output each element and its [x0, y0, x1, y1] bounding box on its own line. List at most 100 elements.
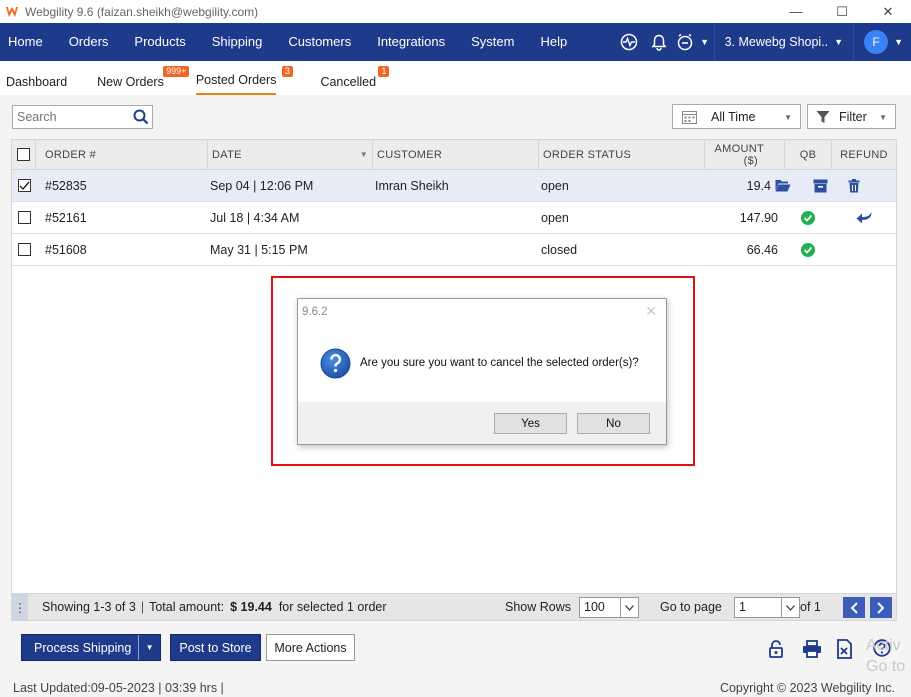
time-range-value: All Time: [711, 109, 756, 124]
prev-page-button[interactable]: [843, 597, 865, 618]
row-checkbox[interactable]: [18, 243, 31, 256]
tab-cancelled[interactable]: Cancelled 1: [320, 61, 390, 95]
show-rows-select[interactable]: 100: [579, 597, 639, 618]
yes-button[interactable]: Yes: [494, 413, 567, 434]
nav-customers[interactable]: Customers: [275, 23, 364, 61]
select-all-cell: [12, 140, 36, 169]
time-range-select[interactable]: All Time ▼: [672, 104, 801, 129]
timer-icon[interactable]: [674, 23, 696, 61]
qb-posted-check-icon: [799, 234, 817, 265]
minimize-button[interactable]: —: [773, 0, 819, 23]
process-shipping-button[interactable]: Process Shipping ▼: [21, 634, 161, 661]
new-orders-badge: 999+: [163, 66, 190, 77]
nav-products[interactable]: Products: [121, 23, 198, 61]
chevron-down-icon: ▼: [784, 113, 792, 122]
store-selector[interactable]: 3. Mewebg Shopi.. ▼: [713, 23, 855, 61]
qb-posted-check-icon: [799, 202, 817, 233]
maximize-button[interactable]: ☐: [819, 0, 865, 23]
order-date: May 31 | 5:15 PM: [210, 242, 308, 257]
header-amount-unit: ($): [743, 154, 758, 167]
more-actions-button[interactable]: More Actions: [266, 634, 355, 661]
avatar[interactable]: F: [864, 30, 889, 54]
archive-icon[interactable]: [811, 170, 829, 201]
search-input[interactable]: [13, 110, 128, 124]
table-row[interactable]: #52161 Jul 18 | 4:34 AM open 147.90: [12, 202, 896, 234]
nav-integrations[interactable]: Integrations: [364, 23, 458, 61]
activation-watermark: Activ Go to: [866, 635, 905, 677]
nav-help[interactable]: Help: [527, 23, 580, 61]
tab-label: Cancelled: [320, 75, 377, 89]
process-shipping-label: Process Shipping: [34, 640, 132, 655]
watermark-line-2: Go to: [866, 658, 906, 675]
filter-button[interactable]: Filter ▼: [807, 104, 896, 129]
tab-posted-orders[interactable]: Posted Orders 3: [195, 61, 293, 95]
orders-subtabs: Dashboard New Orders 999+ Posted Orders …: [0, 61, 911, 95]
row-checkbox-cell: [18, 202, 36, 233]
search-box: [12, 105, 153, 129]
header-order-status[interactable]: ORDER STATUS: [539, 140, 705, 169]
trash-icon[interactable]: [845, 170, 863, 201]
no-button[interactable]: No: [577, 413, 650, 434]
order-number[interactable]: #52835: [45, 170, 87, 201]
refund-arrow-icon[interactable]: [855, 202, 875, 233]
nav-shipping[interactable]: Shipping: [199, 23, 276, 61]
table-row[interactable]: #52835 Sep 04 | 12:06 PM Imran Sheikh op…: [12, 170, 896, 202]
nav-orders[interactable]: Orders: [56, 23, 122, 61]
folder-open-icon[interactable]: [774, 170, 792, 201]
header-date[interactable]: DATE ▼: [208, 140, 373, 169]
unlock-icon[interactable]: [768, 640, 784, 658]
header-qb: QB: [785, 140, 832, 169]
dialog-close-button[interactable]: ✕: [645, 303, 657, 320]
order-amount: 66.46: [746, 242, 778, 257]
webgility-logo-icon: [6, 6, 18, 17]
activity-icon[interactable]: [614, 23, 644, 61]
nav-home[interactable]: Home: [0, 23, 56, 61]
order-status: open: [541, 178, 569, 193]
table-header: ORDER # DATE ▼ CUSTOMER ORDER STATUS AMO…: [12, 140, 896, 170]
search-icon[interactable]: [133, 109, 149, 125]
sort-desc-icon[interactable]: ▼: [360, 150, 368, 159]
header-amount[interactable]: AMOUNT ($): [705, 140, 785, 169]
header-refund: REFUND: [840, 148, 888, 161]
row-checkbox[interactable]: [18, 211, 31, 224]
calendar-icon: [682, 110, 697, 124]
nav-system[interactable]: System: [458, 23, 527, 61]
posted-orders-badge: 3: [281, 66, 293, 77]
order-status: closed: [541, 242, 578, 257]
total-amount-label: Total amount:: [149, 600, 225, 614]
dialog-message: Are you sure you want to cancel the sele…: [360, 357, 639, 369]
next-page-button[interactable]: [870, 597, 892, 618]
drag-handle-icon[interactable]: ⋮: [12, 593, 28, 621]
goto-page-value: 1: [739, 600, 746, 614]
showing-count: Showing 1-3 of 3: [42, 600, 136, 614]
order-number[interactable]: #52161: [45, 202, 87, 233]
timer-caret-icon[interactable]: ▼: [696, 23, 714, 61]
cancelled-badge: 1: [378, 66, 390, 77]
export-excel-icon[interactable]: [836, 639, 854, 659]
tab-label: New Orders: [97, 75, 164, 89]
print-icon[interactable]: [802, 640, 822, 658]
close-window-button[interactable]: ✕: [865, 0, 911, 23]
title-bar: Webgility 9.6 (faizan.sheikh@webgility.c…: [0, 0, 911, 23]
post-to-store-button[interactable]: Post to Store: [170, 634, 261, 661]
row-checkbox-cell: [18, 234, 36, 265]
order-date: Sep 04 | 12:06 PM: [210, 178, 314, 193]
header-customer[interactable]: CUSTOMER: [373, 140, 539, 169]
dialog-footer: Yes No: [298, 402, 666, 444]
header-order[interactable]: ORDER #: [36, 140, 208, 169]
order-customer: Imran Sheikh: [375, 178, 449, 193]
bell-icon[interactable]: [644, 23, 674, 61]
order-status: open: [541, 210, 569, 225]
order-number[interactable]: #51608: [45, 234, 87, 265]
tab-dashboard[interactable]: Dashboard: [6, 61, 67, 95]
process-shipping-dropdown[interactable]: ▼: [138, 635, 160, 660]
avatar-caret-icon[interactable]: ▼: [894, 37, 903, 47]
goto-page-select[interactable]: 1: [734, 597, 800, 618]
table-row[interactable]: #51608 May 31 | 5:15 PM closed 66.46: [12, 234, 896, 266]
watermark-line-1: Activ: [866, 637, 901, 654]
chevron-down-icon: [781, 598, 799, 617]
tab-new-orders[interactable]: New Orders 999+: [97, 61, 190, 95]
select-all-checkbox[interactable]: [17, 148, 30, 161]
row-checkbox[interactable]: [18, 179, 31, 192]
window-title: Webgility 9.6 (faizan.sheikh@webgility.c…: [25, 4, 259, 19]
